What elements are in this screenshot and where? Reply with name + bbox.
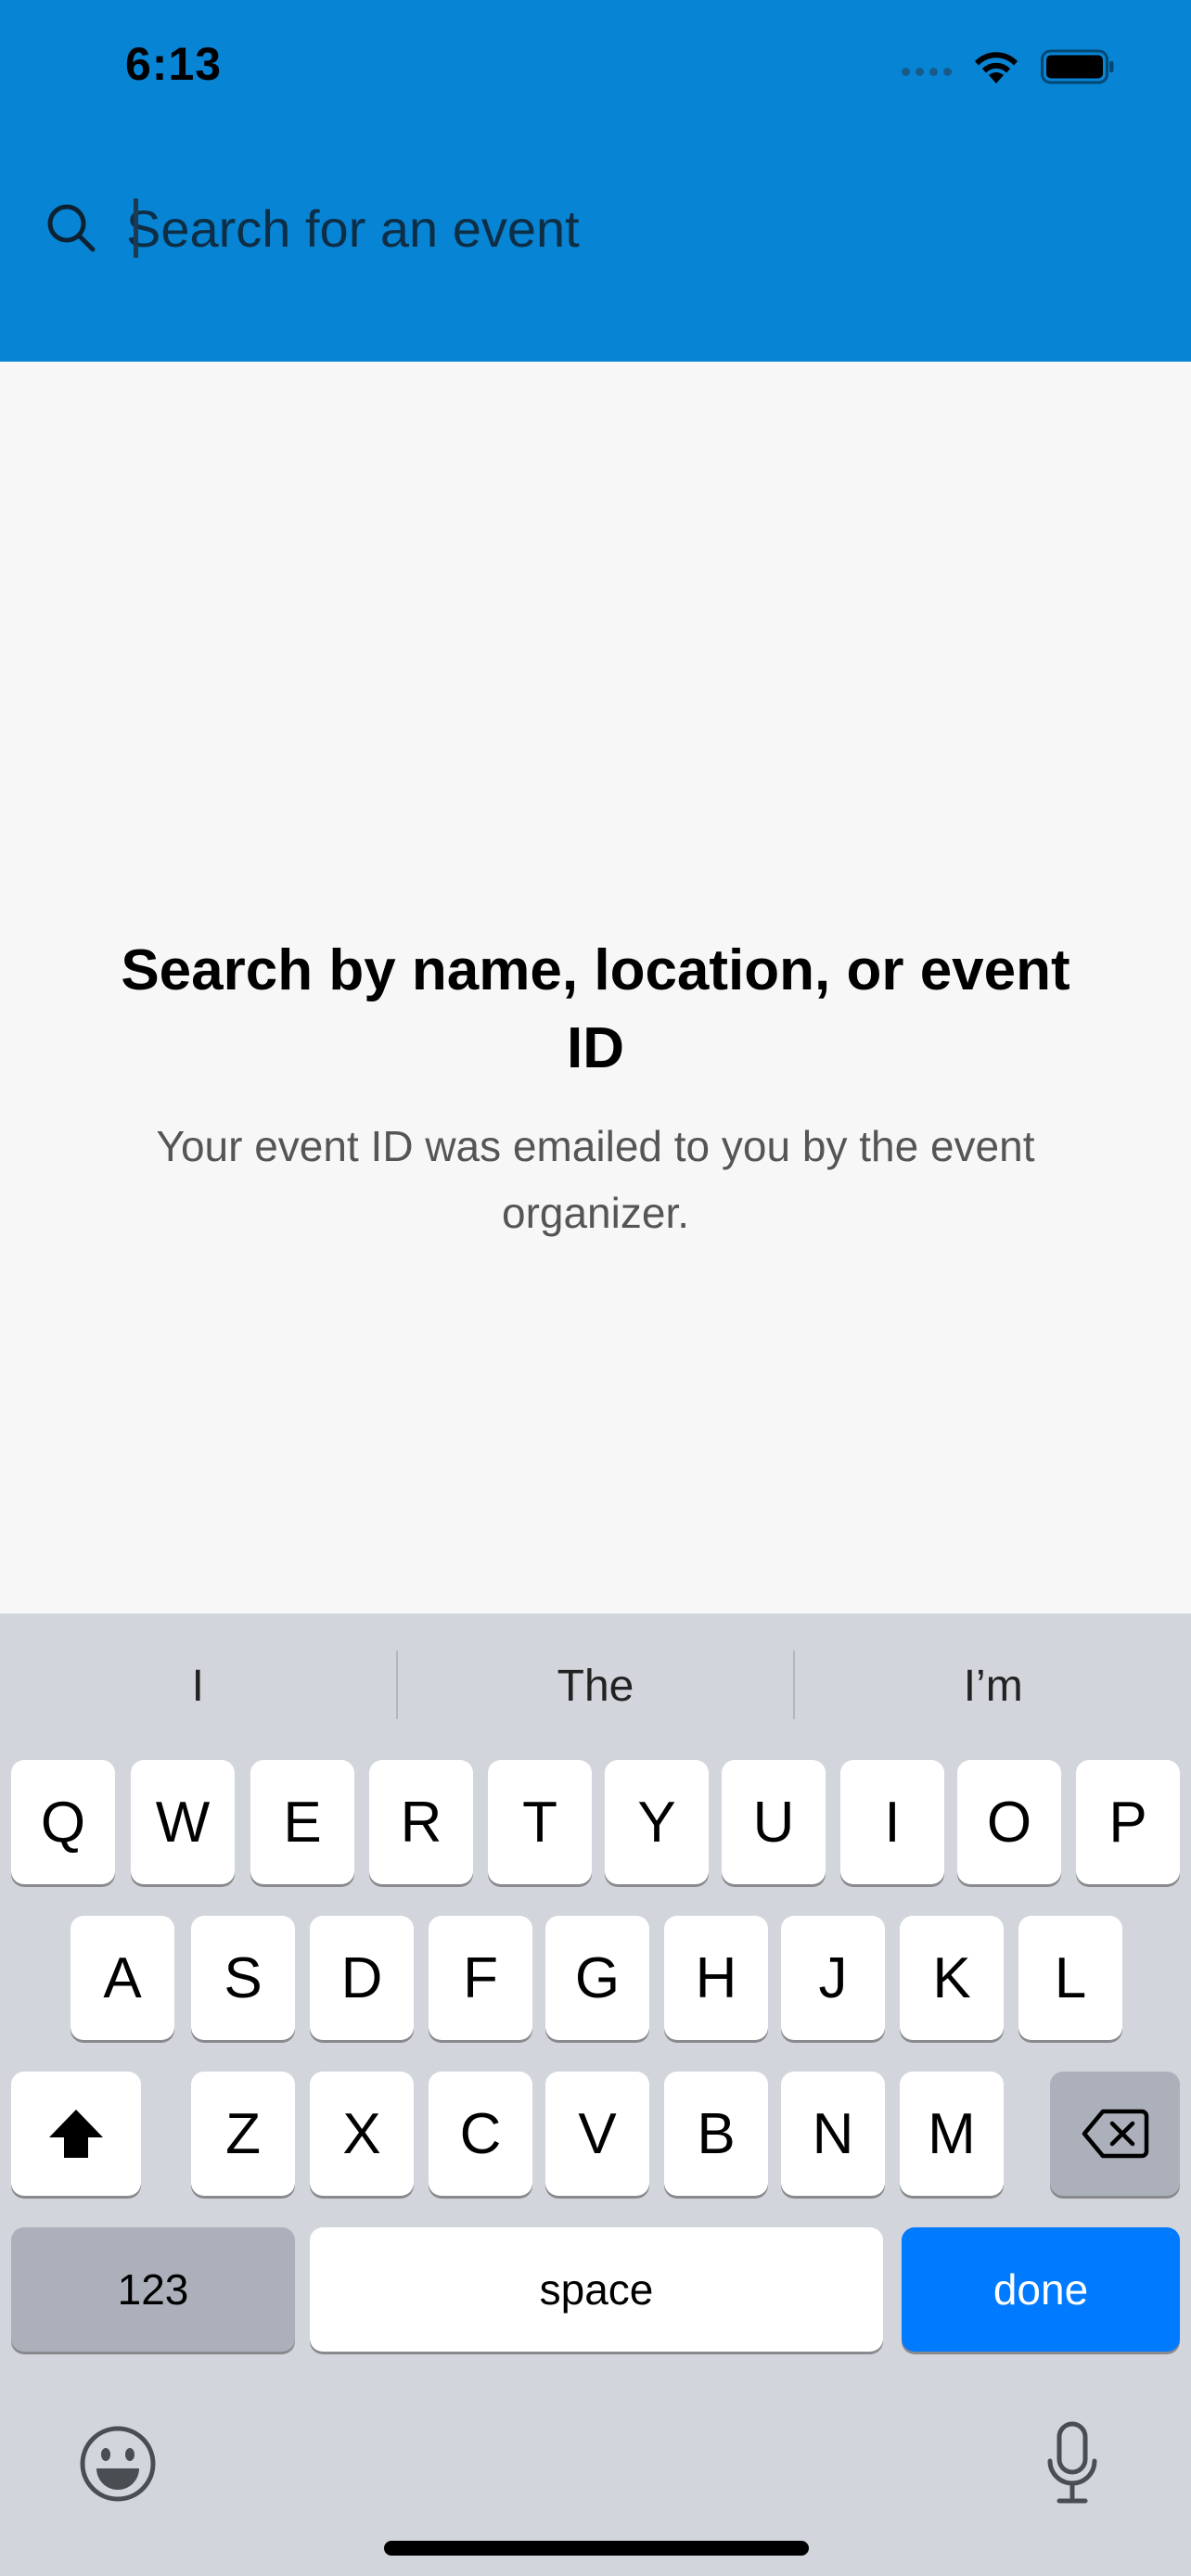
key-d[interactable]: D (310, 1916, 414, 2040)
suggestion-3[interactable]: I’m (795, 1613, 1191, 1758)
key-c[interactable]: C (429, 2072, 532, 2196)
delete-key[interactable] (1050, 2072, 1180, 2196)
key-u[interactable]: U (722, 1760, 826, 1884)
key-r[interactable]: R (369, 1760, 473, 1884)
microphone-icon[interactable] (1044, 2420, 1100, 2506)
key-i[interactable]: I (840, 1760, 944, 1884)
suggestion-1[interactable]: I (0, 1613, 396, 1758)
header: 6:13 (0, 0, 1191, 362)
search-icon (47, 204, 96, 252)
key-g[interactable]: G (545, 1916, 649, 2040)
shift-key[interactable] (11, 2072, 141, 2196)
key-y[interactable]: Y (605, 1760, 709, 1884)
status-time: 6:13 (125, 38, 223, 90)
key-q[interactable]: Q (11, 1760, 115, 1884)
key-m[interactable]: M (900, 2072, 1004, 2196)
key-z[interactable]: Z (191, 2072, 295, 2196)
predictive-bar: I The I’m (0, 1613, 1191, 1758)
key-f[interactable]: F (429, 1916, 532, 2040)
key-o[interactable]: O (957, 1760, 1061, 1884)
key-n[interactable]: N (781, 2072, 885, 2196)
search-input[interactable] (126, 191, 1146, 265)
home-indicator (384, 2541, 809, 2556)
emoji-icon[interactable] (78, 2424, 158, 2504)
key-b[interactable]: B (664, 2072, 768, 2196)
key-w[interactable]: W (131, 1760, 235, 1884)
key-v[interactable]: V (545, 2072, 649, 2196)
key-j[interactable]: J (781, 1916, 885, 2040)
numbers-key[interactable]: 123 (11, 2227, 295, 2352)
wifi-icon (975, 52, 1018, 83)
space-key[interactable]: space (310, 2227, 883, 2352)
key-e[interactable]: E (250, 1760, 354, 1884)
key-h[interactable]: H (664, 1916, 768, 2040)
key-p[interactable]: P (1076, 1760, 1180, 1884)
suggestion-2[interactable]: The (398, 1613, 794, 1758)
done-key[interactable]: done (902, 2227, 1180, 2352)
header-wave (0, 306, 1191, 356)
empty-state-subtitle: Your event ID was emailed to you by the … (156, 1122, 1035, 1237)
key-k[interactable]: K (900, 1916, 1004, 2040)
text-cursor (134, 198, 138, 258)
empty-state-title: Search by name, location, or event ID (121, 938, 1070, 1080)
key-a[interactable]: A (70, 1916, 174, 2040)
backspace-icon (1082, 2109, 1149, 2159)
key-s[interactable]: S (191, 1916, 295, 2040)
battery-icon (1041, 49, 1114, 84)
status-icons (902, 45, 1115, 89)
keyboard: I The I’m Q W E R T Y U I O P A S D F G … (0, 1613, 1191, 2576)
key-t[interactable]: T (488, 1760, 592, 1884)
shift-icon (49, 2110, 103, 2158)
search-bar (45, 191, 1146, 265)
key-l[interactable]: L (1018, 1916, 1122, 2040)
key-x[interactable]: X (310, 2072, 414, 2196)
cellular-signal-icon (902, 67, 952, 76)
